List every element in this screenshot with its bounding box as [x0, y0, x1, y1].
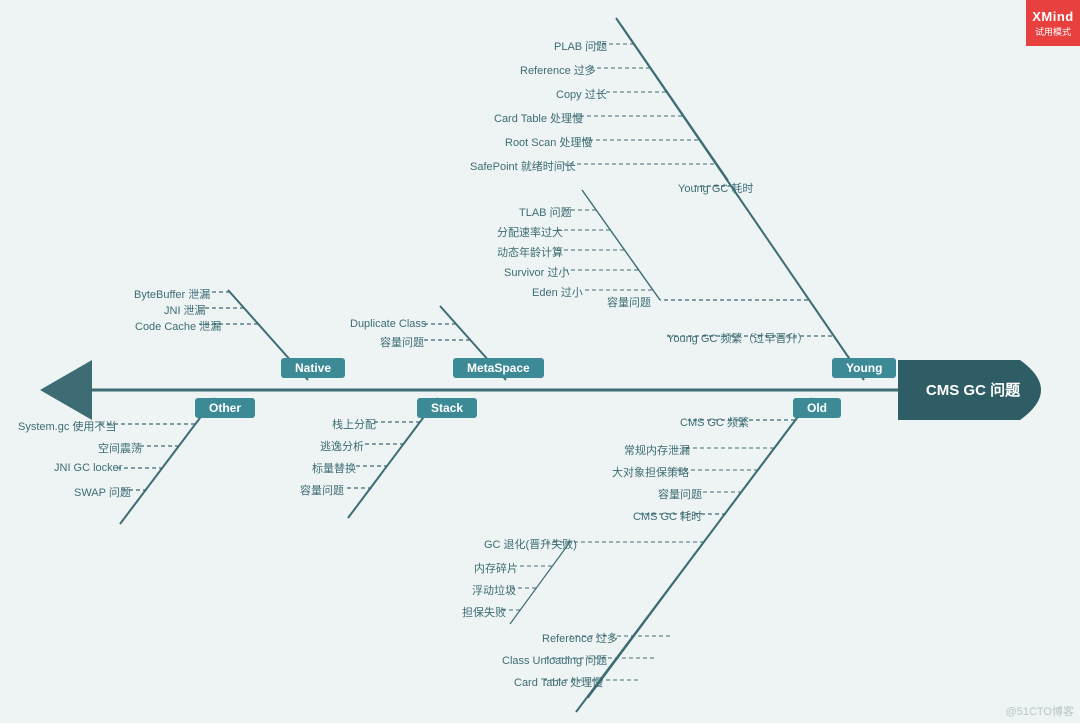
leaf: Duplicate Class [350, 318, 426, 330]
leaf: Reference 过多 [520, 62, 596, 78]
leaf: 栈上分配 [332, 416, 376, 432]
leaf: Young GC 频繁（过早晋升） [667, 330, 808, 346]
leaf: Young GC 耗时 [678, 180, 753, 196]
brand-mode: 试用模式 [1035, 25, 1071, 38]
leaf: Card Table 处理慢 [514, 674, 603, 690]
leaf: 担保失败 [462, 604, 506, 620]
leaf: 标量替换 [312, 460, 356, 476]
leaf: 容量问题 [380, 334, 424, 350]
watermark: @51CTO博客 [1006, 703, 1074, 719]
leaf: 常规内存泄漏 [624, 442, 690, 458]
leaf: Survivor 过小 [504, 264, 569, 280]
leaf: Copy 过长 [556, 86, 607, 102]
leaf: SWAP 问题 [74, 484, 131, 500]
xmind-badge: XMind 试用模式 [1026, 0, 1080, 46]
leaf: 容量问题 [658, 486, 702, 502]
cat-old[interactable]: Old [793, 398, 841, 418]
leaf: JNI 泄漏 [164, 302, 206, 318]
cat-metaspace[interactable]: MetaSpace [453, 358, 544, 378]
leaf: Reference 过多 [542, 630, 618, 646]
leaf: JNI GC locker [54, 462, 122, 474]
leaf: Code Cache 泄漏 [135, 318, 221, 334]
brand-name: XMind [1032, 9, 1074, 24]
leaf: 空间震荡 [98, 440, 142, 456]
leaf: 容量问题 [607, 294, 651, 310]
leaf: 浮动垃圾 [472, 582, 516, 598]
head-title: CMS GC 问题 [926, 379, 1020, 400]
leaf: 内存碎片 [474, 560, 518, 576]
leaf: Eden 过小 [532, 284, 583, 300]
leaf: SafePoint 就绪时间长 [470, 158, 576, 174]
leaf: Root Scan 处理慢 [505, 134, 592, 150]
cat-native[interactable]: Native [281, 358, 345, 378]
leaf: 逃逸分析 [320, 438, 364, 454]
leaf: Card Table 处理慢 [494, 110, 583, 126]
leaf: CMS GC 频繁 [680, 414, 749, 430]
leaf: System.gc 使用不当 [18, 418, 116, 434]
leaf: 动态年龄计算 [497, 244, 563, 260]
leaf: 大对象担保策略 [612, 464, 689, 480]
leaf: CMS GC 耗时 [633, 508, 702, 524]
leaf: 容量问题 [300, 482, 344, 498]
cat-stack[interactable]: Stack [417, 398, 477, 418]
leaf: PLAB 问题 [554, 38, 607, 54]
leaf: Class Unloading 问题 [502, 652, 607, 668]
cat-young[interactable]: Young [832, 358, 896, 378]
leaf: TLAB 问题 [519, 204, 572, 220]
cat-other[interactable]: Other [195, 398, 255, 418]
fish-head[interactable]: CMS GC 问题 [898, 366, 1048, 412]
leaf: 分配速率过大 [497, 224, 563, 240]
fishbone-diagram: Native MetaSpace Young Other Stack Old C… [0, 0, 1080, 723]
leaf: GC 退化(晋升失败) [484, 536, 577, 552]
leaf: ByteBuffer 泄漏 [134, 286, 210, 302]
